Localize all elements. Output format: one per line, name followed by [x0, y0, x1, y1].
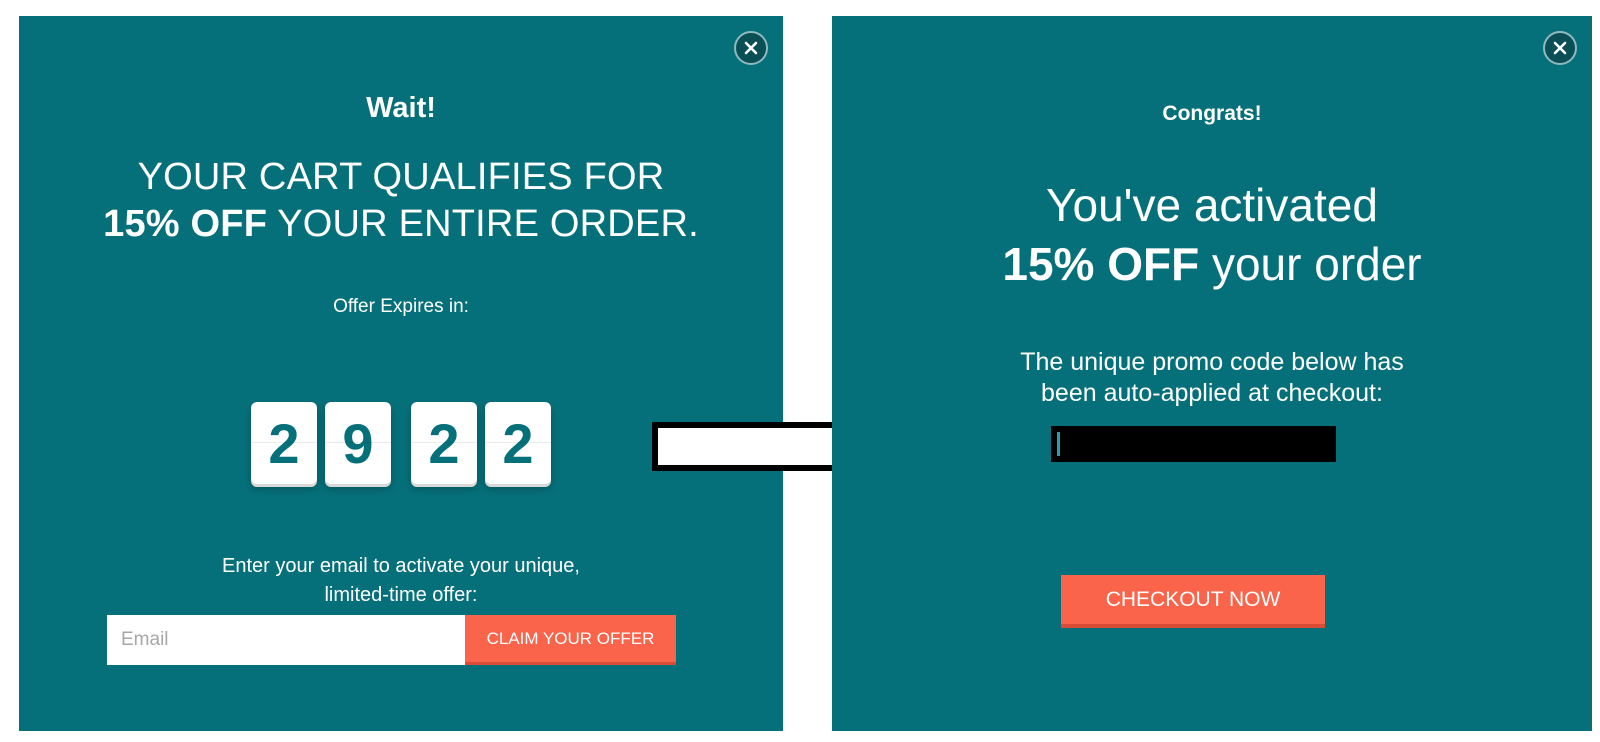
countdown-digit: 2: [251, 402, 317, 484]
activated-line-1: You've activated: [1046, 179, 1378, 231]
activated-line-2: 15% OFF your order: [832, 235, 1592, 294]
popup-title: Wait!: [366, 92, 436, 124]
confirmation-popup: Congrats! You've activated 15% OFF your …: [832, 16, 1592, 731]
expires-label: Offer Expires in:: [333, 296, 469, 317]
redacted-promo-code: [1051, 426, 1336, 462]
claim-offer-button[interactable]: CLAIM YOUR OFFER: [465, 615, 676, 665]
promo-code-edge: [1057, 432, 1060, 456]
promo-description: The unique promo code below has been aut…: [832, 347, 1592, 409]
offer-popup: Wait! YOUR CART QUALIFIES FOR 15% OFF YO…: [19, 16, 783, 731]
countdown-digit: 2: [411, 402, 477, 484]
countdown-digit: 9: [325, 402, 391, 484]
close-icon: [1553, 41, 1567, 55]
countdown-digit: 2: [485, 402, 551, 484]
countdown-separator: [399, 402, 403, 484]
headline-rest: YOUR ENTIRE ORDER.: [277, 203, 699, 245]
headline-line-2: 15% OFF YOUR ENTIRE ORDER.: [19, 201, 783, 248]
email-prompt-line-2: limited-time offer:: [324, 584, 478, 606]
close-button[interactable]: [734, 31, 768, 65]
activated-headline: You've activated 15% OFF your order: [832, 176, 1592, 294]
close-button[interactable]: [1543, 31, 1577, 65]
headline-line-1: YOUR CART QUALIFIES FOR: [137, 156, 665, 198]
popup-title: Congrats!: [1162, 102, 1262, 125]
promo-line-1: The unique promo code below has: [1020, 348, 1404, 376]
promo-line-2: been auto-applied at checkout:: [1041, 379, 1383, 407]
discount-amount: 15% OFF: [1002, 238, 1200, 290]
email-prompt: Enter your email to activate your unique…: [19, 552, 783, 610]
close-icon: [744, 41, 758, 55]
email-input[interactable]: [107, 615, 465, 665]
offer-headline: YOUR CART QUALIFIES FOR 15% OFF YOUR ENT…: [19, 154, 783, 248]
checkout-now-button[interactable]: CHECKOUT NOW: [1061, 575, 1325, 628]
email-prompt-line-1: Enter your email to activate your unique…: [222, 555, 580, 577]
activated-rest: your order: [1211, 238, 1422, 290]
discount-amount: 15% OFF: [103, 203, 268, 245]
email-form: CLAIM YOUR OFFER: [107, 615, 676, 665]
